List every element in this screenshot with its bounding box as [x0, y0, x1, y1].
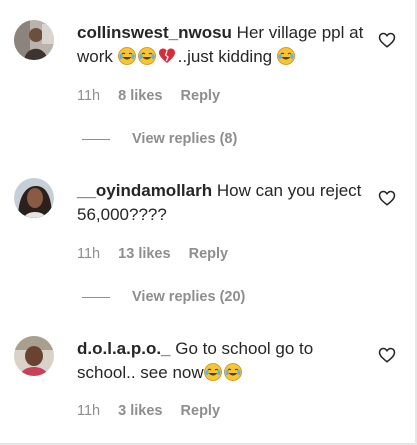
face-with-tears-of-joy-emoji [223, 363, 242, 388]
divider-line [82, 138, 110, 140]
reply-button[interactable]: Reply [189, 246, 229, 262]
comment-meta: 11h 13 likes Reply [77, 245, 242, 263]
heart-outline-icon[interactable] [378, 346, 396, 364]
divider-line [82, 296, 110, 298]
face-with-tears-of-joy-emoji [203, 363, 222, 388]
avatar[interactable] [14, 20, 54, 60]
likes-count[interactable]: 13 likes [118, 246, 170, 262]
comment-text: collinswest_nwosu Her village ppl at wor… [77, 21, 367, 72]
view-replies-button[interactable]: View replies (20) [82, 289, 245, 305]
comment-text: d.o.l.a.p.o._ Go to school go to school.… [77, 337, 367, 388]
heart-outline-icon[interactable] [378, 31, 396, 49]
face-with-tears-of-joy-emoji [276, 47, 295, 72]
view-replies-label: View replies (8) [132, 131, 238, 147]
username[interactable]: collinswest_nwosu [77, 23, 232, 42]
heart-outline-icon[interactable] [378, 189, 396, 207]
broken-heart-emoji [158, 47, 176, 72]
face-with-tears-of-joy-emoji [117, 47, 136, 72]
comment-text: __oyindamollarh How can you reject 56,00… [77, 179, 367, 227]
comment-meta: 11h 3 likes Reply [77, 402, 234, 420]
face-with-tears-of-joy-emoji [137, 47, 156, 72]
comment-body-end: ..just kidding [177, 47, 277, 66]
timestamp: 11h [77, 403, 101, 419]
avatar[interactable] [14, 336, 54, 376]
view-replies-button[interactable]: View replies (8) [82, 131, 237, 147]
timestamp: 11h [77, 88, 101, 104]
username[interactable]: __oyindamollarh [77, 181, 212, 200]
avatar[interactable] [14, 178, 54, 218]
username[interactable]: d.o.l.a.p.o._ [77, 339, 171, 358]
view-replies-label: View replies (20) [132, 289, 246, 305]
likes-count[interactable]: 8 likes [118, 88, 162, 104]
comment-meta: 11h 8 likes Reply [77, 87, 234, 105]
reply-button[interactable]: Reply [181, 403, 221, 419]
likes-count[interactable]: 3 likes [118, 403, 162, 419]
timestamp: 11h [77, 246, 101, 262]
reply-button[interactable]: Reply [181, 88, 221, 104]
